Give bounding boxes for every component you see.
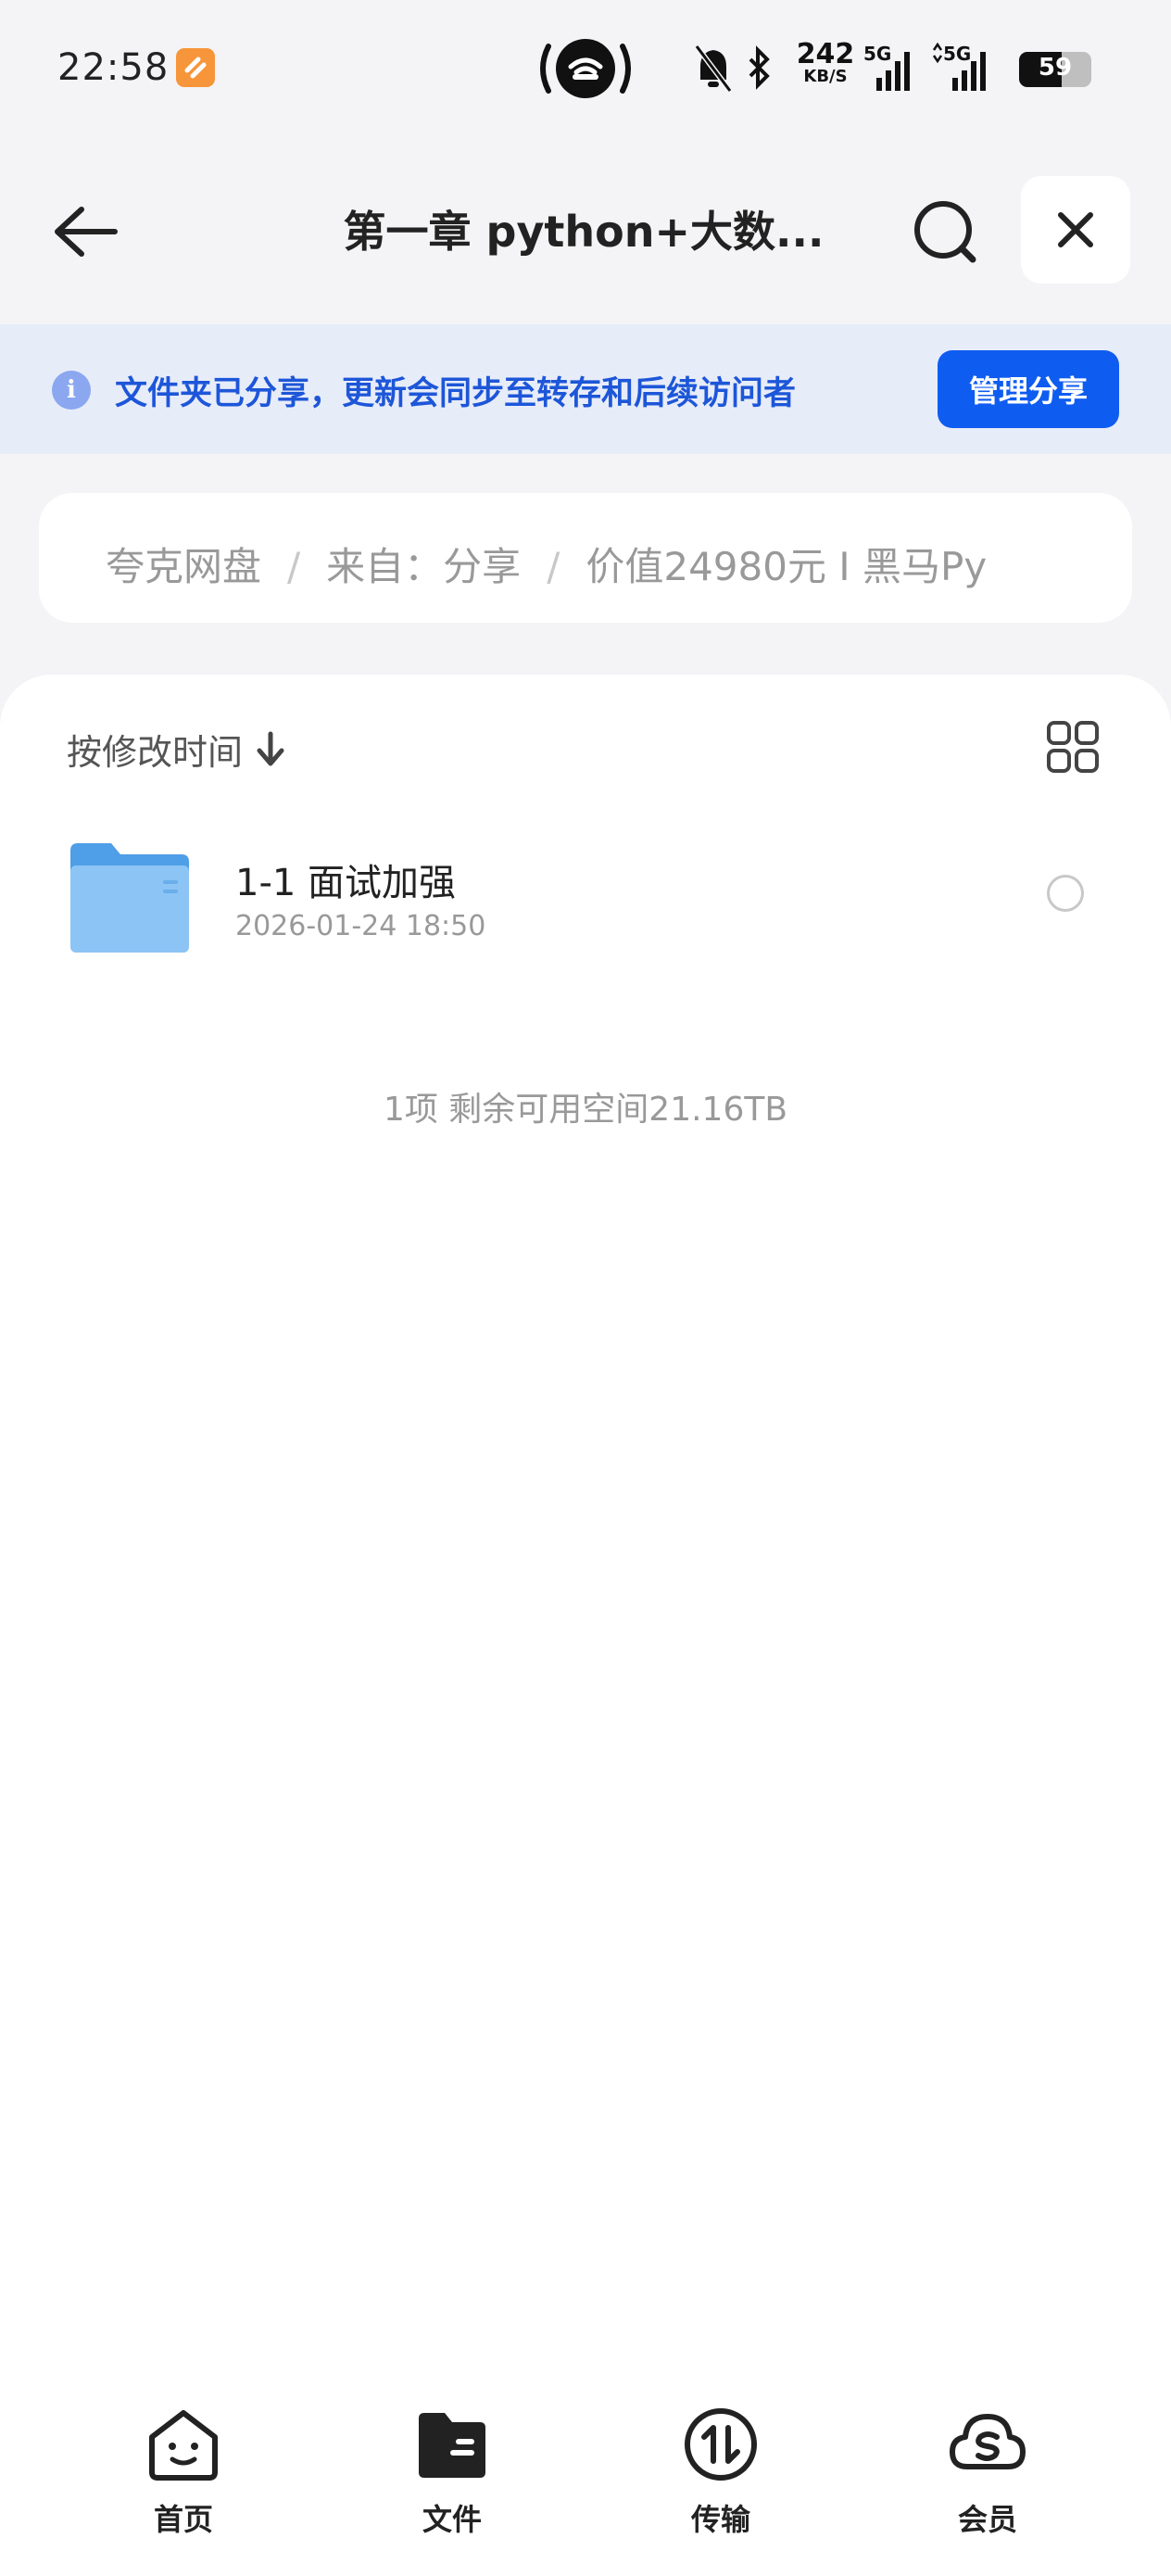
storage-summary: 1项 剩余可用空间21.16TB <box>383 1091 788 1129</box>
file-list-card: 按修改时间 1-1 面试加强 2026-01-24 18:50 1项 剩余可用空… <box>0 675 1171 2576</box>
share-notice-text: 文件夹已分享，更新会同步至转存和后续访问者 <box>115 375 797 412</box>
breadcrumb-item-shared[interactable]: 来自：分享 <box>326 544 521 589</box>
list-item[interactable]: 1-1 面试加强 2026-01-24 18:50 <box>0 832 1171 990</box>
app-notification-icon <box>176 48 215 87</box>
status-time: 22:58 <box>57 46 170 89</box>
breadcrumb-separator: / <box>287 544 301 589</box>
vip-cloud-icon <box>950 2414 1026 2469</box>
page-title: 第一章 python+大数... <box>343 207 825 257</box>
search-button[interactable] <box>902 195 989 269</box>
nav-item-files[interactable]: 文件 <box>369 2406 535 2544</box>
battery-icon: 59 <box>1019 52 1091 87</box>
nav-label-vip: 会员 <box>957 2502 1017 2537</box>
info-icon: i <box>52 371 91 410</box>
breadcrumb: 夸克网盘 / 来自：分享 / 价值24980元 I 黑马Py <box>39 493 1132 623</box>
close-button[interactable] <box>1021 176 1130 284</box>
back-arrow-icon <box>55 207 118 257</box>
sort-label: 按修改时间 <box>67 731 244 773</box>
nav-label-files: 文件 <box>422 2502 482 2537</box>
home-face-icon <box>149 2410 218 2481</box>
status-bar: 22:58 242 KB/S 5G 5G 59 <box>0 0 1171 139</box>
transfer-icon <box>685 2408 757 2481</box>
nav-item-vip[interactable]: 会员 <box>904 2406 1071 2544</box>
bottom-nav: 首页 文件 传输 会员 <box>0 2391 1171 2576</box>
folder-wallet-icon <box>419 2413 485 2478</box>
top-nav: 第一章 python+大数... <box>0 176 1171 284</box>
nav-item-transfer[interactable]: 传输 <box>637 2406 804 2544</box>
select-checkbox[interactable] <box>1047 875 1084 912</box>
grid-icon <box>1047 721 1099 773</box>
folder-name: 1-1 面试加强 <box>235 862 457 904</box>
back-button[interactable] <box>48 204 130 259</box>
folder-modified-date: 2026-01-24 18:50 <box>235 910 486 942</box>
nav-label-home: 首页 <box>153 2502 213 2537</box>
breadcrumb-path: 夸克网盘 / 来自：分享 / 价值24980元 I 黑马Py <box>106 536 987 592</box>
hotspot-icon <box>535 39 636 98</box>
share-notice-banner: i 文件夹已分享，更新会同步至转存和后续访问者 管理分享 <box>0 324 1171 454</box>
folder-icon <box>70 843 189 953</box>
signal-1-icon: 5G <box>863 43 919 95</box>
close-icon <box>1058 212 1093 247</box>
breadcrumb-item-root[interactable]: 夸克网盘 <box>106 544 261 589</box>
signal-2-icon: 5G <box>932 43 997 95</box>
net-speed: 242 KB/S <box>796 38 855 86</box>
grid-view-toggle[interactable] <box>1045 719 1101 775</box>
nav-item-home[interactable]: 首页 <box>100 2406 267 2544</box>
sort-control[interactable]: 按修改时间 <box>67 721 289 777</box>
nav-label-transfer: 传输 <box>690 2502 750 2537</box>
breadcrumb-item-current[interactable]: 价值24980元 I 黑马Py <box>586 544 987 589</box>
manage-share-button[interactable]: 管理分享 <box>938 350 1119 428</box>
arrow-down-icon <box>257 731 284 766</box>
breadcrumb-separator: / <box>547 544 560 589</box>
search-icon <box>914 201 976 263</box>
status-indicators: 242 KB/S 5G 5G 59 <box>693 39 1101 98</box>
